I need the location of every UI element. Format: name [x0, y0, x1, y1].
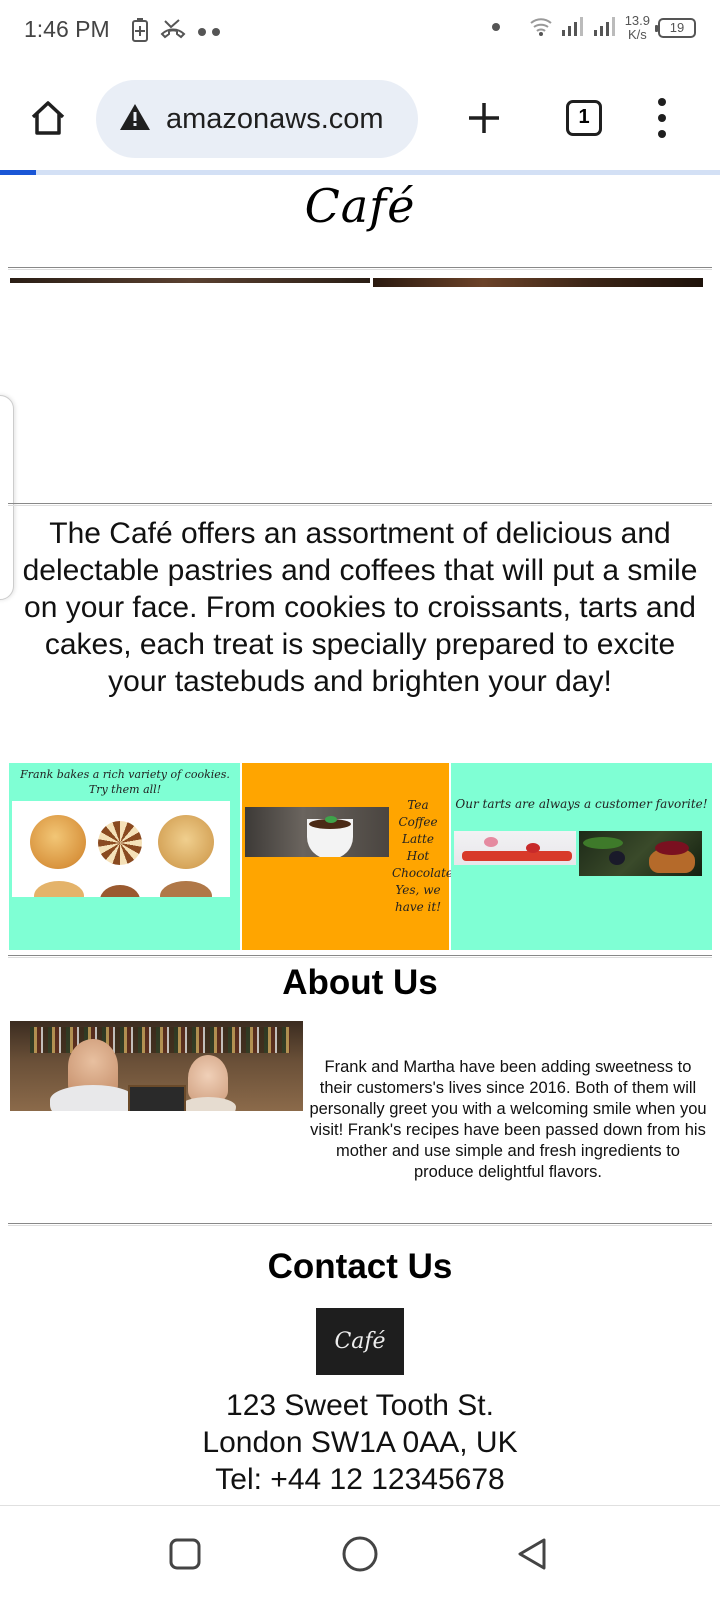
wifi-icon [529, 15, 553, 42]
intro-text: The Café offers an assortment of delicio… [22, 517, 698, 698]
menu-dot [658, 98, 666, 106]
tarts-caption: Our tarts are always a customer favorite… [455, 797, 708, 811]
dot-indicator-icon [491, 19, 501, 37]
browser-menu-button[interactable] [648, 94, 676, 142]
contact-logo: Café [316, 1308, 404, 1375]
drink-item: Hot [406, 849, 430, 863]
drink-item: Chocolate [392, 866, 453, 880]
home-nav-button[interactable] [338, 1532, 382, 1576]
address-line-2: London SW1A 0AA, UK [202, 1426, 518, 1459]
more-notifications-icon [197, 24, 223, 42]
hero-image-2 [373, 278, 703, 287]
drink-item: Tea [407, 798, 429, 812]
circle-icon [342, 1536, 378, 1572]
web-page: Café The Café offers an assortment of de… [0, 175, 720, 1505]
drink-item: Coffee [398, 815, 438, 829]
recent-apps-button[interactable] [163, 1532, 207, 1576]
drinks-list: Tea Coffee Latte Hot Chocolate Yes, we have it… [392, 797, 453, 916]
divider [8, 955, 712, 958]
berry-tart-image [579, 831, 702, 876]
divider [8, 503, 712, 506]
hero-image-1 [10, 278, 370, 283]
browser-toolbar: amazonaws.com 1 [0, 64, 720, 172]
drink-item: Yes, we [395, 883, 441, 897]
net-speed-value: 13.9 [624, 13, 650, 28]
contact-phone[interactable]: Tel: +44 12 12345678 [0, 1461, 720, 1498]
strawberry-tart-image [454, 831, 576, 865]
signal-2-icon [593, 15, 617, 42]
menu-dot [658, 130, 666, 138]
contact-address: 123 Sweet Tooth St. London SW1A 0AA, UK … [0, 1387, 720, 1498]
owners-photo [10, 1021, 303, 1111]
status-icons-left [131, 17, 223, 48]
drink-item: have it! [394, 900, 442, 914]
status-bar: 1:46 PM 13.9 K/s 19 [0, 0, 720, 64]
tab-switcher-button[interactable]: 1 [566, 100, 602, 136]
cookies-caption: Frank bakes a rich variety of cookies. T… [20, 768, 230, 796]
product-gallery: Frank bakes a rich variety of cookies. T… [9, 763, 712, 950]
contact-title: Contact Us [267, 1247, 453, 1286]
address-bar[interactable]: amazonaws.com [96, 80, 418, 158]
gallery-cookies: Frank bakes a rich variety of cookies. T… [9, 763, 240, 950]
drink-item: Latte [402, 832, 434, 846]
net-speed-unit: K/s [627, 27, 647, 42]
back-triangle-icon [518, 1538, 546, 1570]
warning-icon[interactable] [118, 102, 152, 137]
contact-logo-text: Café [334, 1329, 386, 1354]
address-line-1: 123 Sweet Tooth St. [226, 1389, 494, 1422]
side-panel-handle[interactable] [0, 395, 14, 600]
gallery-drinks: Tea Coffee Latte Hot Chocolate Yes, we have it… [242, 763, 453, 950]
signal-1-icon [561, 15, 585, 42]
system-navigation-bar [0, 1505, 720, 1600]
status-time: 1:46 PM [24, 16, 110, 42]
plus-icon [469, 103, 499, 133]
home-icon [31, 101, 65, 135]
cookies-image [12, 801, 230, 897]
battery-saver-icon [131, 17, 149, 48]
new-tab-button[interactable] [462, 96, 506, 140]
about-text: Frank and Martha have been adding sweetn… [309, 1058, 707, 1181]
hot-chocolate-image [245, 807, 389, 857]
missed-call-icon [159, 18, 187, 47]
net-speed: 13.9 K/s [625, 14, 650, 42]
divider [8, 1223, 712, 1226]
menu-dot [658, 114, 666, 122]
about-title: About Us [282, 963, 438, 1002]
square-icon [169, 1538, 201, 1570]
back-button[interactable] [510, 1532, 554, 1576]
divider [8, 267, 712, 270]
battery-indicator: 19 [655, 18, 696, 38]
site-logo[interactable]: Café [0, 175, 720, 237]
gallery-tarts: Our tarts are always a customer favorite… [451, 763, 712, 950]
status-icons-right: 13.9 K/s 19 [491, 14, 696, 42]
home-button[interactable] [24, 94, 72, 142]
url-text[interactable]: amazonaws.com [166, 103, 384, 136]
